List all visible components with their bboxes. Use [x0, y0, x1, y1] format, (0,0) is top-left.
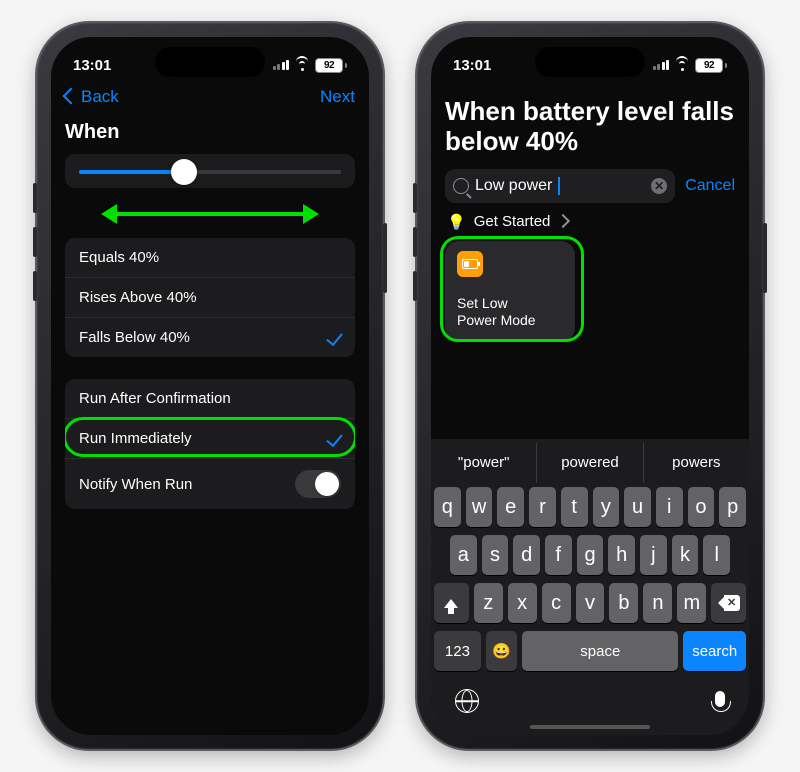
- cellular-icon: [273, 60, 290, 70]
- status-time: 13:01: [453, 57, 491, 74]
- annotation-drag-arrow: [105, 204, 315, 224]
- condition-equals[interactable]: Equals 40%: [65, 238, 355, 277]
- search-value: Low power: [475, 177, 552, 195]
- cancel-button[interactable]: Cancel: [685, 177, 735, 195]
- status-time: 13:01: [73, 57, 111, 74]
- run-options-group: Run After Confirmation Run Immediately N…: [65, 379, 355, 509]
- key-o[interactable]: o: [688, 487, 715, 527]
- keyboard-row-3: z x c v b n m: [434, 583, 746, 623]
- get-started-header[interactable]: 💡 Get Started: [447, 213, 733, 231]
- battery-percentage: 92: [695, 58, 723, 73]
- key-f[interactable]: f: [545, 535, 572, 575]
- suggestion-2[interactable]: powered: [536, 443, 642, 483]
- key-b[interactable]: b: [609, 583, 638, 623]
- page-title: When: [65, 121, 355, 144]
- key-y[interactable]: y: [593, 487, 620, 527]
- screen-right: 13:01 92 When battery level falls below …: [431, 37, 749, 735]
- key-q[interactable]: q: [434, 487, 461, 527]
- keyboard-row-1: q w e r t y u i o p: [434, 487, 746, 527]
- key-k[interactable]: k: [672, 535, 699, 575]
- nav-bar: Back Next: [51, 83, 369, 115]
- iphone-left: 13:01 92 Back Next When: [35, 21, 385, 751]
- lightbulb-icon: 💡: [447, 213, 466, 231]
- key-numbers[interactable]: 123: [434, 631, 481, 671]
- key-c[interactable]: c: [542, 583, 571, 623]
- notify-toggle[interactable]: [295, 470, 341, 498]
- search-icon: [453, 178, 469, 194]
- suggestion-3[interactable]: powers: [643, 443, 749, 483]
- run-immediately[interactable]: Run Immediately: [65, 418, 355, 458]
- mic-icon[interactable]: [715, 691, 725, 707]
- next-button[interactable]: Next: [320, 87, 355, 107]
- page-title: When battery level falls below 40%: [445, 97, 735, 157]
- chevron-left-icon: [65, 87, 79, 107]
- key-u[interactable]: u: [624, 487, 651, 527]
- key-x[interactable]: x: [508, 583, 537, 623]
- key-z[interactable]: z: [474, 583, 503, 623]
- key-search[interactable]: search: [683, 631, 746, 671]
- keyboard-row-2: a s d f g h j k l: [434, 535, 746, 575]
- run-after-confirmation[interactable]: Run After Confirmation: [65, 379, 355, 418]
- key-d[interactable]: d: [513, 535, 540, 575]
- slider-thumb[interactable]: [171, 159, 197, 185]
- notify-when-run[interactable]: Notify When Run: [65, 458, 355, 509]
- search-input[interactable]: Low power ✕: [445, 169, 675, 203]
- key-i[interactable]: i: [656, 487, 683, 527]
- key-v[interactable]: v: [576, 583, 605, 623]
- key-space[interactable]: space: [522, 631, 678, 671]
- home-indicator[interactable]: [530, 725, 650, 729]
- key-h[interactable]: h: [608, 535, 635, 575]
- key-p[interactable]: p: [719, 487, 746, 527]
- condition-falls-below[interactable]: Falls Below 40%: [65, 317, 355, 357]
- wifi-icon: [294, 59, 310, 71]
- iphone-right: 13:01 92 When battery level falls below …: [415, 21, 765, 751]
- battery-icon: 92: [695, 58, 727, 73]
- key-w[interactable]: w: [466, 487, 493, 527]
- battery-icon: 92: [315, 58, 347, 73]
- key-s[interactable]: s: [482, 535, 509, 575]
- condition-rises-above[interactable]: Rises Above 40%: [65, 277, 355, 317]
- suggestion-1[interactable]: "power": [431, 443, 536, 483]
- backspace-icon: [718, 595, 740, 611]
- key-g[interactable]: g: [577, 535, 604, 575]
- key-shift[interactable]: [434, 583, 469, 623]
- checkmark-icon: [330, 330, 341, 345]
- cellular-icon: [653, 60, 670, 70]
- checkmark-icon: [330, 431, 341, 446]
- key-backspace[interactable]: [711, 583, 746, 623]
- key-a[interactable]: a: [450, 535, 477, 575]
- globe-icon[interactable]: [455, 689, 479, 713]
- keyboard-row-4: 123 😀 space search: [434, 631, 746, 671]
- key-j[interactable]: j: [640, 535, 667, 575]
- clear-icon[interactable]: ✕: [651, 178, 667, 194]
- wifi-icon: [674, 59, 690, 71]
- key-m[interactable]: m: [677, 583, 706, 623]
- shift-icon: [444, 599, 458, 608]
- text-caret: [558, 177, 560, 195]
- action-tile-set-low-power-mode[interactable]: Set Low Power Mode: [445, 241, 575, 342]
- dynamic-island: [155, 47, 265, 77]
- battery-level-slider[interactable]: [79, 170, 341, 174]
- key-l[interactable]: l: [703, 535, 730, 575]
- key-e[interactable]: e: [497, 487, 524, 527]
- low-power-mode-icon: [457, 251, 483, 277]
- keyboard: "power" powered powers q w e r t y u i o…: [431, 439, 749, 735]
- key-n[interactable]: n: [643, 583, 672, 623]
- condition-group: Equals 40% Rises Above 40% Falls Below 4…: [65, 238, 355, 357]
- dynamic-island: [535, 47, 645, 77]
- chevron-right-icon: [558, 213, 568, 230]
- key-r[interactable]: r: [529, 487, 556, 527]
- screen-left: 13:01 92 Back Next When: [51, 37, 369, 735]
- key-emoji[interactable]: 😀: [486, 631, 517, 671]
- back-button[interactable]: Back: [65, 87, 119, 107]
- slider-group: [65, 154, 355, 188]
- key-t[interactable]: t: [561, 487, 588, 527]
- keyboard-suggestions: "power" powered powers: [431, 443, 749, 483]
- battery-percentage: 92: [315, 58, 343, 73]
